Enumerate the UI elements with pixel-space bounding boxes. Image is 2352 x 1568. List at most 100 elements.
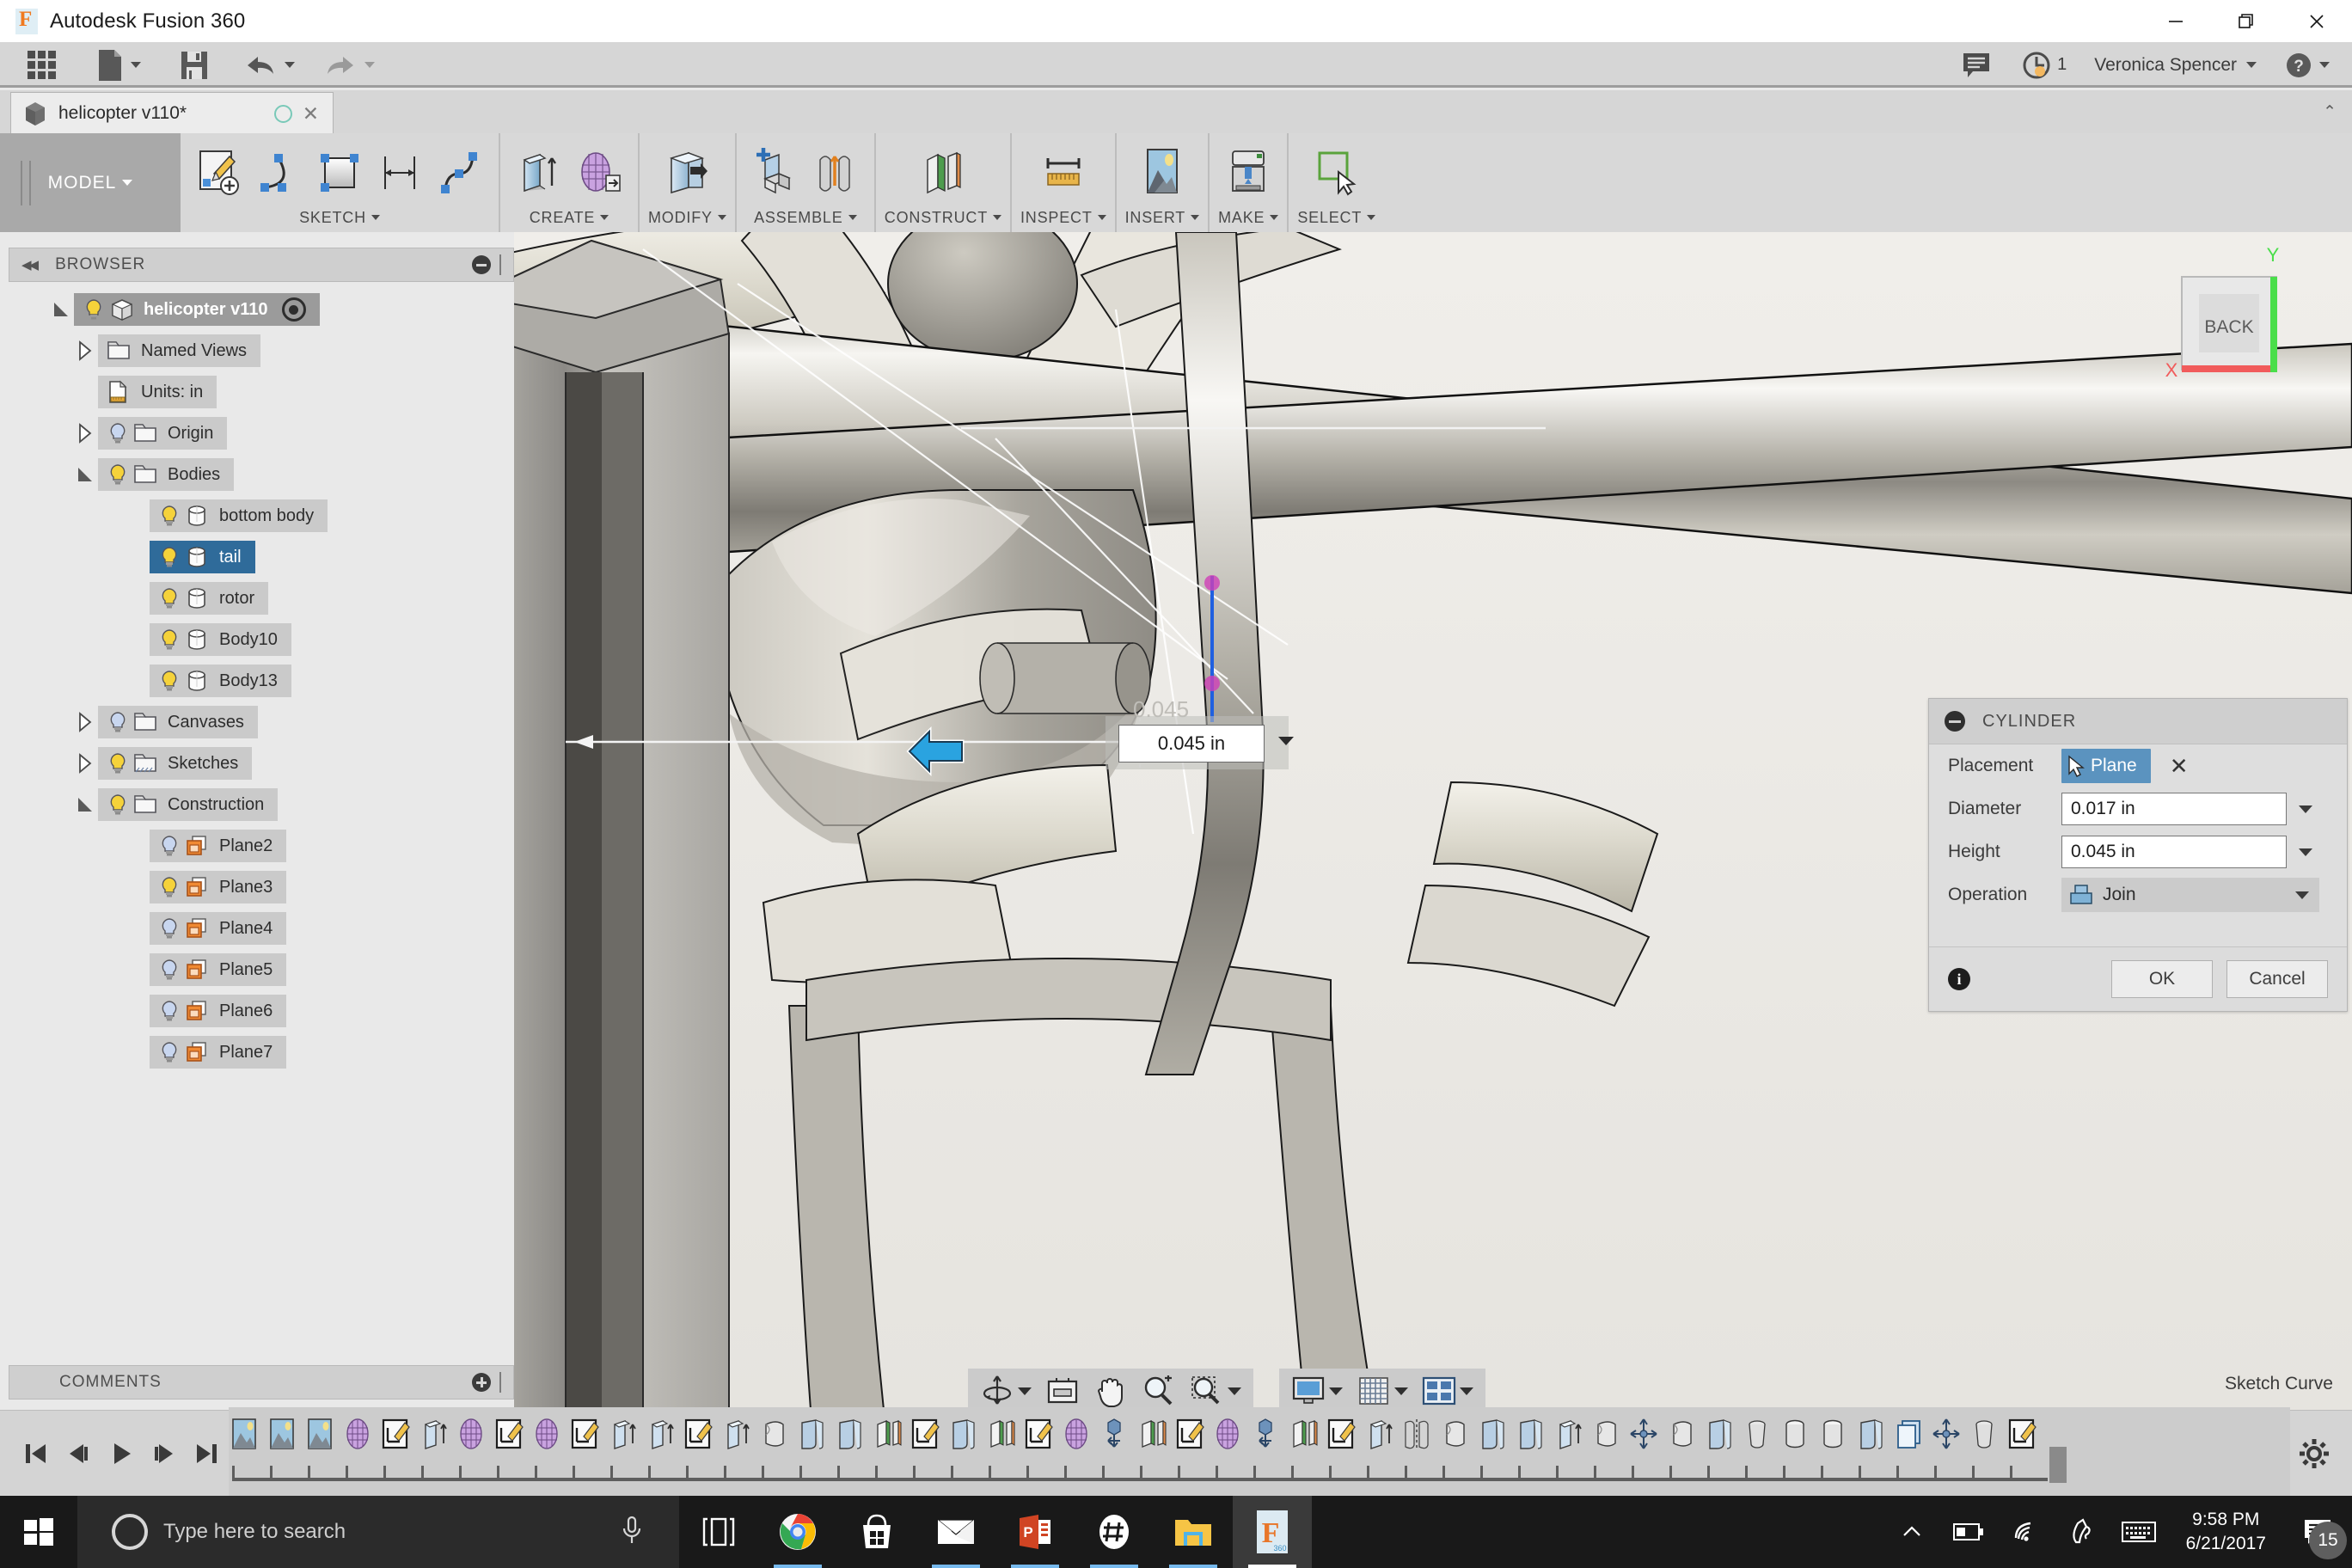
measure-button[interactable]: [1033, 142, 1093, 204]
browser-tree-item-bodies[interactable]: Bodies: [9, 454, 512, 495]
browser-tree-item-units-in[interactable]: Units: in: [9, 371, 512, 413]
timeline-feature-sketch[interactable]: [1023, 1414, 1056, 1455]
timeline-feature-fillet[interactable]: [796, 1414, 829, 1455]
chevron-down-icon[interactable]: [1329, 1387, 1343, 1395]
browser-tree-row[interactable]: Plane5: [150, 953, 287, 986]
timeline-feature-plane[interactable]: [985, 1414, 1018, 1455]
timeline-feature-move[interactable]: [1931, 1414, 1963, 1455]
browser-tree-row[interactable]: Body13: [150, 665, 291, 697]
save-button[interactable]: [172, 42, 217, 88]
timeline-feature-form[interactable]: [342, 1414, 375, 1455]
ribbon-panel-title-construct[interactable]: CONSTRUCT: [885, 204, 1001, 231]
light-bulb-icon[interactable]: [158, 1000, 181, 1022]
chevron-down-icon[interactable]: [2299, 848, 2312, 856]
timeline-feature-sketch[interactable]: [910, 1414, 942, 1455]
timeline-feature-extrude[interactable]: [607, 1414, 640, 1455]
play-button[interactable]: [100, 1428, 143, 1479]
job-status-button[interactable]: 1: [2021, 50, 2067, 81]
timeline-feature-extrude[interactable]: [418, 1414, 450, 1455]
light-bulb-icon[interactable]: [158, 587, 181, 609]
browser-tree-item-body10[interactable]: Body10: [9, 619, 512, 660]
browser-tree-row[interactable]: Bodies: [98, 458, 235, 491]
timeline-feature-revolve[interactable]: [1666, 1414, 1699, 1455]
timeline-feature-sketch[interactable]: [1326, 1414, 1358, 1455]
browser-tree-row[interactable]: rotor: [150, 582, 269, 615]
help-menu[interactable]: ?: [2284, 51, 2330, 80]
microsoft-store-button[interactable]: [837, 1496, 916, 1568]
placement-select-button[interactable]: Plane: [2061, 749, 2151, 783]
timeline-feature-form[interactable]: [531, 1414, 564, 1455]
step-forward-button[interactable]: [143, 1428, 186, 1479]
clock[interactable]: 9:58 PM 6/21/2017: [2167, 1496, 2285, 1568]
close-icon[interactable]: ✕: [303, 102, 319, 126]
timeline-feature-canvas[interactable]: [229, 1414, 261, 1455]
chevron-down-icon[interactable]: [1394, 1387, 1408, 1395]
dimension-input[interactable]: 0.045 in: [1118, 725, 1265, 763]
light-bulb-icon[interactable]: [107, 422, 129, 444]
create-form-button[interactable]: [569, 142, 629, 204]
ribbon-panel-title-assemble[interactable]: ASSEMBLE: [754, 204, 857, 231]
ribbon-panel-title-make[interactable]: MAKE: [1218, 204, 1279, 231]
timeline-feature-sketch[interactable]: [683, 1414, 715, 1455]
task-view-button[interactable]: [679, 1496, 758, 1568]
chevron-down-icon[interactable]: [1228, 1387, 1241, 1395]
browser-tree-row[interactable]: Construction: [98, 788, 279, 821]
timeline-feature-sketch[interactable]: [569, 1414, 602, 1455]
view-cube[interactable]: BACK X Y: [2137, 232, 2326, 404]
timeline-feature-loft[interactable]: [1969, 1414, 2001, 1455]
slack-button[interactable]: [1075, 1496, 1154, 1568]
gear-icon[interactable]: [2290, 1430, 2338, 1478]
browser-tree-row[interactable]: Plane6: [150, 995, 287, 1027]
timeline-feature-extrude[interactable]: [1363, 1414, 1396, 1455]
light-bulb-icon[interactable]: [83, 298, 105, 321]
close-button[interactable]: [2282, 0, 2352, 42]
redo-button[interactable]: [315, 42, 382, 88]
fusion-360-button[interactable]: F 360: [1233, 1496, 1312, 1568]
chevron-down-icon[interactable]: [1460, 1387, 1473, 1395]
step-back-button[interactable]: [57, 1428, 100, 1479]
ribbon-panel-title-sketch[interactable]: SKETCH: [299, 204, 380, 231]
browser-tree-item-plane6[interactable]: Plane6: [9, 990, 512, 1032]
offset-plane-button[interactable]: [913, 142, 973, 204]
ribbon-panel-title-inspect[interactable]: INSPECT: [1020, 204, 1106, 231]
timeline-feature-fillet[interactable]: [1704, 1414, 1736, 1455]
timeline-feature-revolve[interactable]: [1590, 1414, 1623, 1455]
panel-resize-grip[interactable]: [499, 254, 505, 275]
light-bulb-icon[interactable]: [158, 1041, 181, 1063]
maximize-button[interactable]: [2211, 0, 2282, 42]
timeline-feature-sketch[interactable]: [2006, 1414, 2039, 1455]
info-icon[interactable]: i: [1948, 968, 1970, 990]
timeline-feature-sketch[interactable]: [380, 1414, 413, 1455]
browser-tree-row[interactable]: helicopter v110: [74, 293, 320, 326]
browser-tree-row[interactable]: Plane7: [150, 1036, 287, 1069]
timeline-feature-canvas[interactable]: [304, 1414, 337, 1455]
timeline-track[interactable]: [229, 1407, 2290, 1500]
sketch-spline-button[interactable]: [430, 142, 490, 204]
timeline-feature-cylinder[interactable]: [1779, 1414, 1812, 1455]
sketch-arc-button[interactable]: [249, 142, 309, 204]
create-sketch-button[interactable]: [189, 142, 249, 204]
browser-tree-item-plane3[interactable]: Plane3: [9, 867, 512, 908]
timeline-feature-plane[interactable]: [1288, 1414, 1320, 1455]
panel-resize-grip[interactable]: [499, 1372, 505, 1393]
new-file-button[interactable]: [89, 42, 148, 88]
diameter-input[interactable]: 0.017 in: [2061, 793, 2287, 825]
user-menu[interactable]: Veronica Spencer: [2094, 55, 2257, 76]
light-bulb-icon[interactable]: [158, 876, 181, 898]
chrome-button[interactable]: [758, 1496, 837, 1568]
timeline-feature-canvas[interactable]: [266, 1414, 299, 1455]
light-bulb-icon[interactable]: [107, 752, 129, 775]
collapse-triangle-icon[interactable]: [72, 465, 98, 484]
sync-circle-icon[interactable]: [273, 104, 292, 123]
chevron-up-icon[interactable]: [1883, 1496, 1940, 1568]
comments-button[interactable]: [1961, 51, 1994, 80]
browser-tree-row[interactable]: Units: in: [98, 376, 217, 408]
timeline-feature-extrude[interactable]: [645, 1414, 677, 1455]
comments-panel-header[interactable]: COMMENTS: [9, 1365, 514, 1400]
app-grid-button[interactable]: [0, 42, 63, 88]
browser-tree-row[interactable]: Plane4: [150, 912, 287, 945]
browser-tree-row[interactable]: Plane3: [150, 871, 287, 903]
browser-tree-row[interactable]: Origin: [98, 417, 228, 450]
plus-circle-icon[interactable]: [472, 1373, 491, 1392]
timeline-feature-fillet[interactable]: [1515, 1414, 1547, 1455]
